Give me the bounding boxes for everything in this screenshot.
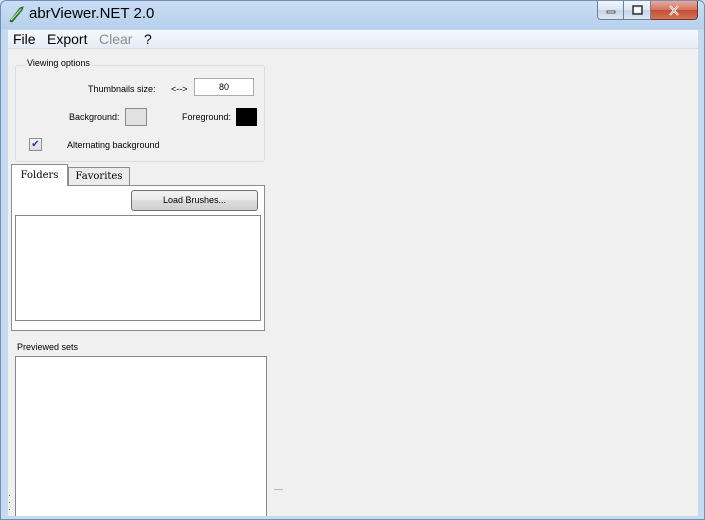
load-brushes-button[interactable]: Load Brushes... [131,190,258,211]
background-label: Background: [69,112,120,122]
splitter-grip[interactable]: · · · [8,491,11,514]
minimize-icon [606,10,615,14]
menu-help[interactable]: ? [144,31,152,47]
thumbnails-size-label: Thumbnails size: [88,84,156,94]
previewed-sets-list[interactable] [15,356,267,516]
maximize-icon [631,5,643,15]
viewing-options-legend: Viewing options [25,58,92,68]
feather-brush-icon [9,6,24,23]
resize-grip-line [274,489,283,490]
alternating-background-label: Alternating background [67,140,160,150]
window-title: abrViewer.NET 2.0 [29,5,155,22]
foreground-label: Foreground: [182,112,232,122]
menu-bar: File Export Clear ? [8,30,698,49]
client-area: File Export Clear ? Viewing options Thum… [8,30,698,516]
folders-list[interactable] [15,215,261,321]
tab-folders[interactable]: Folders [11,164,68,186]
foreground-color-swatch[interactable] [236,108,257,126]
title-bar[interactable]: abrViewer.NET 2.0 [1,1,704,29]
menu-clear[interactable]: Clear [99,31,132,47]
resize-arrows-label: <--> [171,84,188,94]
maximize-button[interactable] [624,1,651,20]
tab-folders-label: Folders [20,170,59,181]
app-window: abrViewer.NET 2.0 File Export Clear ? Vi… [0,0,705,520]
minimize-button[interactable] [597,1,624,20]
menu-export[interactable]: Export [47,31,87,47]
alternating-background-checkbox[interactable]: ✔ [29,138,42,151]
previewed-sets-label: Previewed sets [17,342,79,352]
tab-favorites[interactable]: Favorites [68,167,130,185]
tab-favorites-label: Favorites [75,171,123,182]
close-button[interactable] [651,1,698,20]
thumbnails-size-input[interactable] [194,78,254,96]
menu-file[interactable]: File [13,31,36,47]
background-color-swatch[interactable] [125,108,147,126]
close-icon [669,4,679,16]
caption-buttons [597,1,698,21]
